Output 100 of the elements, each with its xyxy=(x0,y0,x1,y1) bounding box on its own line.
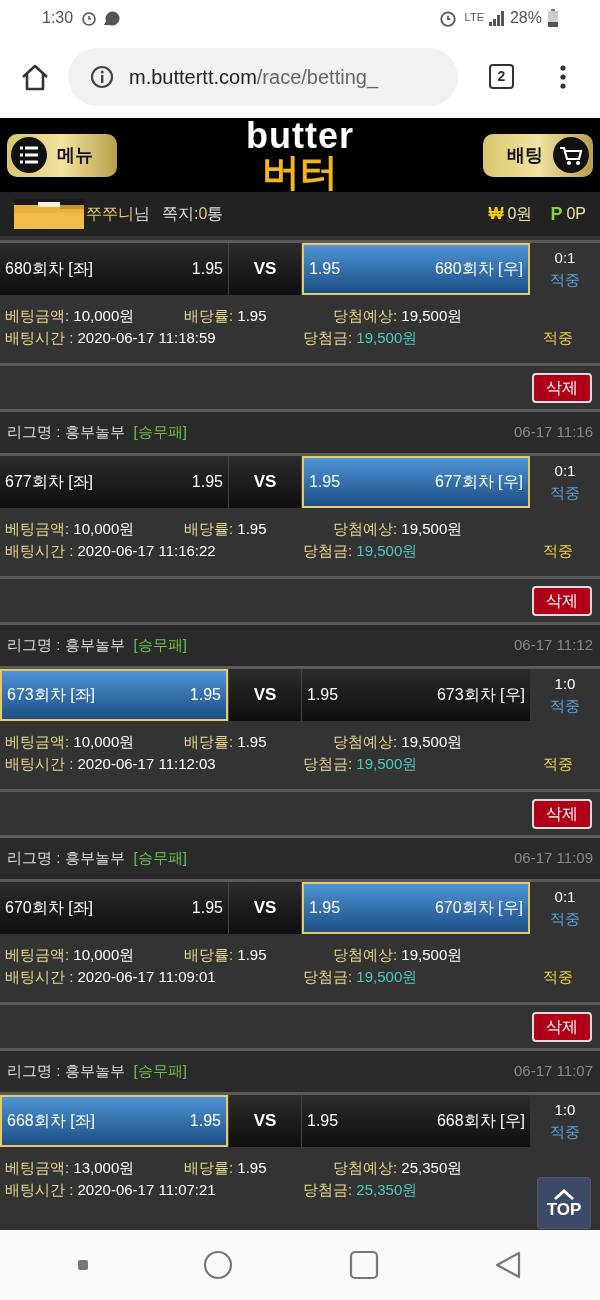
league-name: 리그명 : 흥부놀부 xyxy=(7,422,125,443)
score: 1:0 xyxy=(554,674,576,694)
market-type: [승무패] xyxy=(133,635,187,656)
logo-korean-text: 버터 xyxy=(262,153,338,191)
team-option[interactable]: 1.95 680회차 [우] xyxy=(302,243,530,295)
score: 0:1 xyxy=(554,461,576,481)
bet-amount: 베팅금액: 10,000원 xyxy=(5,519,136,539)
score: 0:1 xyxy=(554,248,576,268)
odds-value: 1.95 xyxy=(189,685,221,705)
result-label: 적중 xyxy=(550,483,580,503)
win-amount: 당첨금: 19,500원 xyxy=(303,967,419,987)
vs-label: VS xyxy=(253,1110,277,1133)
expected-payout: 당첨예상: 25,350원 xyxy=(333,1158,463,1178)
odds-value: 1.95 xyxy=(189,1111,221,1131)
team-name: 680회차 [우] xyxy=(434,259,523,279)
expected-payout: 당첨예상: 19,500원 xyxy=(333,945,463,965)
url-text: m.buttertt.com/race/betting_ xyxy=(129,64,378,91)
message-count[interactable]: 쪽지:0통 xyxy=(162,202,224,226)
expected-payout: 당첨예상: 19,500원 xyxy=(333,519,463,539)
game-date: 06-17 11:16 xyxy=(514,422,593,443)
logo-text: butter xyxy=(246,119,354,153)
team-option[interactable]: 670회차 [좌] 1.95 xyxy=(0,882,228,934)
status-label: 적중 xyxy=(543,967,573,987)
scroll-top-button[interactable]: TOP xyxy=(537,1177,591,1229)
back-icon[interactable] xyxy=(494,1250,523,1280)
win-amount: 당첨금: 19,500원 xyxy=(303,754,419,774)
signal-icon xyxy=(487,9,506,26)
team-name: 668회차 [좌] xyxy=(7,1111,96,1131)
team-option[interactable]: 680회차 [좌] 1.95 xyxy=(0,243,228,295)
delete-button[interactable]: 삭제 xyxy=(532,585,592,616)
bet-amount: 베팅금액: 10,000원 xyxy=(5,945,136,965)
address-bar[interactable]: m.buttertt.com/race/betting_ xyxy=(68,47,458,106)
bet-time: 배팅시간 : 2020-06-17 11:09:01 xyxy=(5,967,217,987)
odds-value: 1.95 xyxy=(307,1111,339,1131)
market-type: [승무패] xyxy=(133,848,187,869)
bet-time: 배팅시간 : 2020-06-17 11:07:21 xyxy=(5,1180,217,1200)
team-name: 673회차 [우] xyxy=(436,685,525,705)
odds-value: 1.95 xyxy=(191,898,223,918)
chevron-up-icon xyxy=(553,1188,575,1201)
bet-amount: 베팅금액: 10,000원 xyxy=(5,306,136,326)
odds-value: 1.95 xyxy=(191,472,223,492)
more-icon[interactable] xyxy=(560,64,566,89)
bet-odds: 배당률: 1.95 xyxy=(184,945,268,965)
home-icon[interactable] xyxy=(20,62,50,91)
result-label: 적중 xyxy=(550,696,580,716)
delete-button[interactable]: 삭제 xyxy=(532,372,592,403)
menu-icon xyxy=(11,137,47,173)
delete-button[interactable]: 삭제 xyxy=(532,798,592,829)
won-symbol: ₩ xyxy=(488,204,504,224)
win-amount: 당첨금: 19,500원 xyxy=(303,328,419,348)
bet-time: 배팅시간 : 2020-06-17 11:12:03 xyxy=(5,754,217,774)
vs-label: VS xyxy=(253,471,277,494)
market-type: [승무패] xyxy=(133,1061,187,1082)
result-label: 적중 xyxy=(550,909,580,929)
bet-odds: 배당률: 1.95 xyxy=(184,306,268,326)
team-option[interactable]: 673회차 [좌] 1.95 xyxy=(0,669,228,721)
team-option[interactable]: 1.95 673회차 [우] xyxy=(302,669,530,721)
username: 쭈쭈니님 xyxy=(86,204,150,224)
score: 0:1 xyxy=(554,887,576,907)
bet-odds: 배당률: 1.95 xyxy=(184,1158,268,1178)
tab-count-button[interactable]: 2 xyxy=(489,64,514,89)
bet-time: 배팅시간 : 2020-06-17 11:18:59 xyxy=(5,328,217,348)
info-icon[interactable] xyxy=(90,64,114,89)
bet-odds: 배당률: 1.95 xyxy=(184,732,268,752)
team-option[interactable]: 677회차 [좌] 1.95 xyxy=(0,456,228,508)
point-balance: 0P xyxy=(566,204,586,224)
home-circle-icon[interactable] xyxy=(203,1250,234,1280)
team-option[interactable]: 1.95 677회차 [우] xyxy=(302,456,530,508)
team-name: 677회차 [우] xyxy=(434,472,523,492)
bet-amount: 베팅금액: 10,000원 xyxy=(5,732,136,752)
alarm-icon xyxy=(81,9,98,26)
status-label: 적중 xyxy=(543,328,573,348)
vs-label: VS xyxy=(253,684,277,707)
money-balance: 0원 xyxy=(507,204,533,224)
odds-value: 1.95 xyxy=(191,259,223,279)
odds-value: 1.95 xyxy=(307,685,339,705)
expected-payout: 당첨예상: 19,500원 xyxy=(333,732,463,752)
team-name: 670회차 [우] xyxy=(434,898,523,918)
game-date: 06-17 11:07 xyxy=(514,1061,593,1082)
league-name: 리그명 : 흥부놀부 xyxy=(7,635,125,656)
result-label: 적중 xyxy=(550,1122,580,1142)
bet-cart-button[interactable]: 배팅 xyxy=(483,133,593,177)
point-symbol: P xyxy=(550,202,563,226)
clock-time: 1:30 xyxy=(42,7,74,28)
team-option[interactable]: 1.95 668회차 [우] xyxy=(302,1095,530,1147)
result-label: 적중 xyxy=(550,270,580,290)
vs-label: VS xyxy=(253,258,277,281)
battery-icon xyxy=(548,8,558,27)
menu-button[interactable]: 메뉴 xyxy=(7,133,117,177)
team-name: 677회차 [좌] xyxy=(5,472,94,492)
odds-value: 1.95 xyxy=(309,259,341,279)
league-name: 리그명 : 흥부놀부 xyxy=(7,1061,125,1082)
team-name: 680회차 [좌] xyxy=(5,259,94,279)
bet-time: 배팅시간 : 2020-06-17 11:16:22 xyxy=(5,541,217,561)
team-name: 668회차 [우] xyxy=(436,1111,525,1131)
team-option[interactable]: 668회차 [좌] 1.95 xyxy=(0,1095,228,1147)
status-label: 적중 xyxy=(543,754,573,774)
recents-icon[interactable] xyxy=(348,1250,379,1280)
delete-button[interactable]: 삭제 xyxy=(532,1011,592,1042)
team-option[interactable]: 1.95 670회차 [우] xyxy=(302,882,530,934)
